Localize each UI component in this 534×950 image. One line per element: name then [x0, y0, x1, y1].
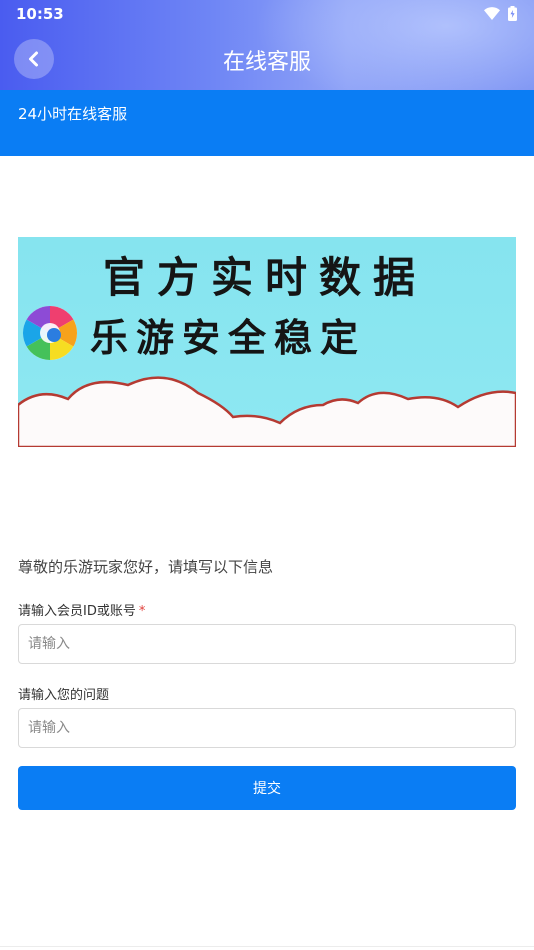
submit-button[interactable]: 提交: [18, 766, 516, 810]
promo-banner: 官方实时数据 乐游安全稳定: [18, 237, 516, 447]
swirl-logo-icon: [22, 306, 78, 360]
wifi-icon: [484, 7, 500, 20]
banner-line-1: 官方实时数据: [103, 253, 427, 302]
bottom-divider: [0, 946, 534, 947]
question-input[interactable]: [18, 708, 516, 748]
page-title: 在线客服: [222, 50, 311, 75]
member-id-input[interactable]: [18, 624, 516, 664]
required-mark: *: [138, 604, 146, 619]
member-id-label-text: 请输入会员ID或账号: [18, 604, 136, 619]
status-bar: 10:53: [0, 0, 534, 28]
banner-line-2: 乐游安全稳定: [90, 315, 366, 360]
band-title: 24小时在线客服: [18, 105, 128, 123]
top-app-bar: 10:53 在线客服: [0, 0, 534, 90]
form-greeting: 尊敬的乐游玩家您好，请填写以下信息: [18, 558, 274, 576]
status-time: 10:53: [16, 5, 64, 23]
question-label: 请输入您的问题: [18, 688, 110, 703]
service-hours-band: 24小时在线客服: [0, 90, 534, 156]
battery-icon: [508, 6, 517, 21]
member-id-label: 请输入会员ID或账号 *: [18, 600, 145, 619]
